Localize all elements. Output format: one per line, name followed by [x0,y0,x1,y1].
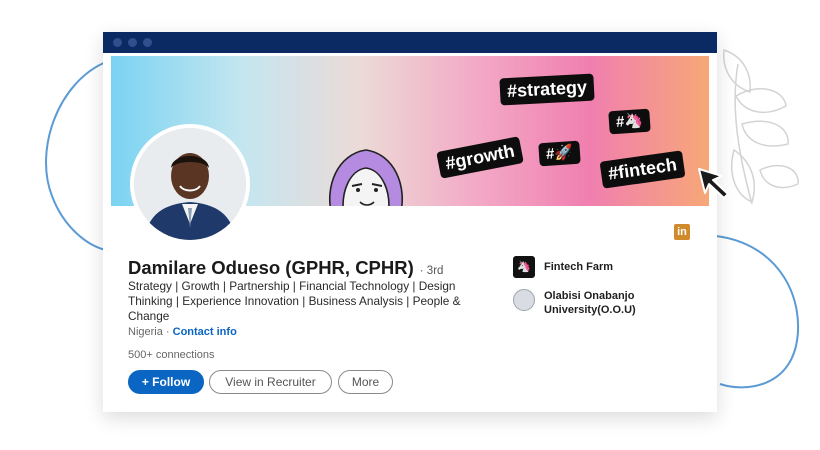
connections-count[interactable]: 500+ connections [128,349,215,361]
experience-label: Fintech Farm [544,261,614,273]
window-dot-icon [143,38,152,47]
education-label: Olabisi Onabanjo University(O.O.U) [544,290,636,316]
follow-button[interactable]: + Follow [128,370,204,394]
hashtag-unicorn: #🦄 [608,108,651,135]
hashtag-growth: #growth [436,136,524,179]
profile-window: #strategy #growth #🦄 #🚀 #fintech in Dami… [103,32,717,412]
education-item-oou[interactable]: Olabisi Onabanjo University(O.O.U) [513,289,684,317]
profile-headline: Strategy | Growth | Partnership | Financ… [128,279,461,323]
hashtag-rocket: #🚀 [538,140,581,167]
mouse-cursor-icon [698,168,729,199]
more-button[interactable]: More [338,370,393,394]
view-in-recruiter-button[interactable]: View in Recruiter [209,370,332,394]
profile-location: Nigeria · [128,326,173,338]
experience-item-fintech-farm[interactable]: 🦄 Fintech Farm [513,256,613,278]
window-dot-icon [113,38,122,47]
connection-degree: · 3rd [419,265,444,277]
profile-name: Damilare Odueso (GPHR, CPHR) [128,257,414,278]
profile-name-row: Damilare Odueso (GPHR, CPHR) · 3rd [128,257,443,279]
window-titlebar [103,32,717,53]
decorative-curve-left [45,61,107,251]
decorative-curve-right [715,235,800,389]
lion-mascot-icon [328,149,404,206]
linkedin-icon[interactable]: in [674,224,690,240]
window-dot-icon [128,38,137,47]
hashtag-strategy: #strategy [499,73,595,106]
hashtag-fintech: #fintech [599,150,686,189]
location-row: Nigeria · Contact info [128,326,237,338]
contact-info-link[interactable]: Contact info [173,326,237,338]
person-photo-icon [134,128,246,240]
fintech-farm-logo-icon: 🦄 [513,256,535,278]
profile-avatar[interactable] [130,124,250,244]
university-crest-icon [513,289,535,311]
